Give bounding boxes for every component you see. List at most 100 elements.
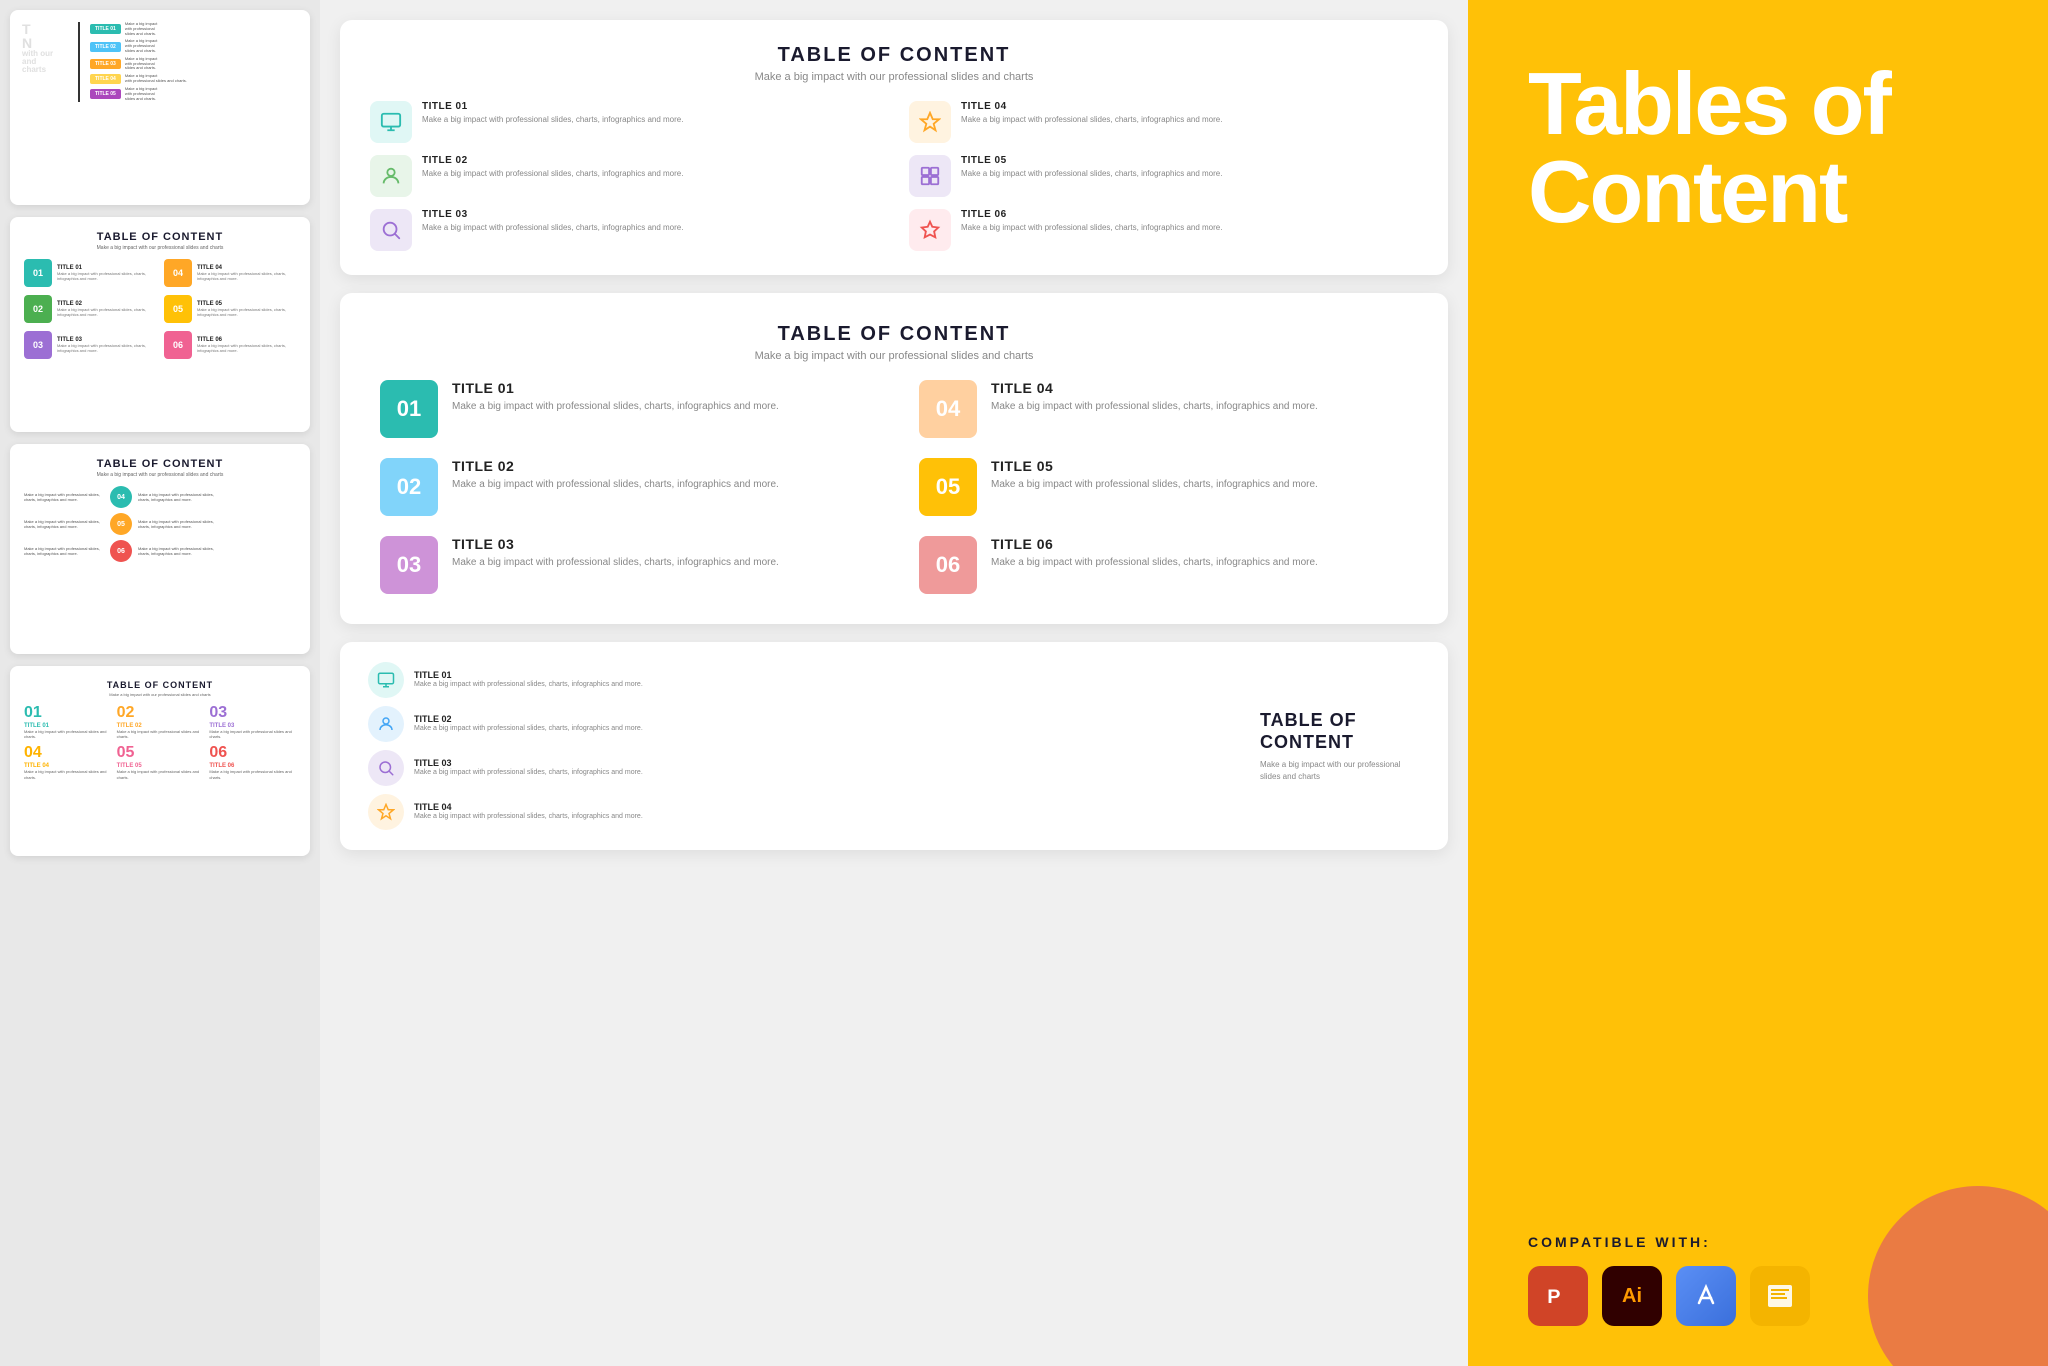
center-top-title: TABLE OF CONTENT bbox=[370, 44, 1418, 67]
timeline-desc-3: Make a big impactwith professionalslides… bbox=[125, 57, 157, 71]
slide3-row-2: Make a big impact with professional slid… bbox=[24, 513, 296, 535]
slide2-item-3: 03 TITLE 03 Make a big impact with profe… bbox=[24, 331, 156, 359]
slide3-subtitle: Make a big impact with our professional … bbox=[24, 472, 296, 478]
large-num-02: 02 bbox=[380, 458, 438, 516]
slide2-content-4: TITLE 04 Make a big impact with professi… bbox=[197, 265, 296, 281]
slide2-title: TABLE OF CONTENT bbox=[24, 231, 296, 243]
slide2-content-2: TITLE 02 Make a big impact with professi… bbox=[57, 301, 156, 317]
icon-text-6: TITLE 06 Make a big impact with professi… bbox=[961, 209, 1222, 233]
bottom-icon-3 bbox=[368, 750, 404, 786]
bottom-text-3: TITLE 03 Make a big impact with professi… bbox=[414, 758, 643, 777]
right-decoration bbox=[1868, 1186, 2048, 1366]
icon-text-3: TITLE 03 Make a big impact with professi… bbox=[422, 209, 683, 233]
icon-text-2: TITLE 02 Make a big impact with professi… bbox=[422, 155, 683, 179]
bottom-list: TITLE 01 Make a big impact with professi… bbox=[368, 662, 1240, 830]
badge-04: TITLE 04 bbox=[90, 74, 121, 84]
timeline-desc-4: Make a big impactwith professional slide… bbox=[125, 74, 187, 84]
slide2-grid: 01 TITLE 01 Make a big impact with profe… bbox=[24, 259, 296, 359]
icon-item-4: TITLE 04 Make a big impact with professi… bbox=[909, 101, 1418, 143]
slide2-subtitle: Make a big impact with our professional … bbox=[24, 245, 296, 251]
bottom-text-2: TITLE 02 Make a big impact with professi… bbox=[414, 714, 643, 733]
slide-2[interactable]: TABLE OF CONTENT Make a big impact with … bbox=[10, 217, 310, 432]
badge-circle-05: 05 bbox=[110, 513, 132, 535]
center-large-subtitle: Make a big impact with our professional … bbox=[380, 350, 1408, 362]
icon-box-1 bbox=[370, 101, 412, 143]
bottom-text-1: TITLE 01 Make a big impact with professi… bbox=[414, 670, 643, 689]
icon-item-6: TITLE 06 Make a big impact with professi… bbox=[909, 209, 1418, 251]
num-02: 02 bbox=[24, 295, 52, 323]
icon-text-5: TITLE 05 Make a big impact with professi… bbox=[961, 155, 1222, 179]
center-card-large[interactable]: TABLE OF CONTENT Make a big impact with … bbox=[340, 293, 1448, 624]
bottom-icon-2 bbox=[368, 706, 404, 742]
slide2-content-3: TITLE 03 Make a big impact with professi… bbox=[57, 337, 156, 353]
slide2-content-6: TITLE 06 Make a big impact with professi… bbox=[197, 337, 296, 353]
bottom-item-1: TITLE 01 Make a big impact with professi… bbox=[368, 662, 1240, 698]
icon-box-5 bbox=[909, 155, 951, 197]
badge-01: TITLE 01 bbox=[90, 24, 121, 34]
large-num-05: 05 bbox=[919, 458, 977, 516]
num-04: 04 bbox=[164, 259, 192, 287]
timeline-item-5: TITLE 05 Make a big impactwith professio… bbox=[90, 87, 187, 101]
bottom-icon-4 bbox=[368, 794, 404, 830]
icon-text-4: TITLE 04 Make a big impact with professi… bbox=[961, 101, 1222, 125]
center-large-title: TABLE OF CONTENT bbox=[380, 323, 1408, 346]
slide2-item-5: 05 TITLE 05 Make a big impact with profe… bbox=[164, 295, 296, 323]
large-num-01: 01 bbox=[380, 380, 438, 438]
badge-05: TITLE 05 bbox=[90, 89, 121, 99]
bottom-right-sub: Make a big impact with our professional … bbox=[1260, 759, 1420, 781]
large-item-text-2: TITLE 02 Make a big impact with professi… bbox=[452, 458, 779, 492]
large-item-4: 04 TITLE 04 Make a big impact with profe… bbox=[919, 380, 1408, 438]
bottom-text-4: TITLE 04 Make a big impact with professi… bbox=[414, 802, 643, 821]
slide-1[interactable]: T N with our and charts TITLE 01 Make a … bbox=[10, 10, 310, 205]
slide-3[interactable]: TABLE OF CONTENT Make a big impact with … bbox=[10, 444, 310, 654]
icon-grid: TITLE 01 Make a big impact with professi… bbox=[370, 101, 1418, 251]
center-card-bottom[interactable]: TITLE 01 Make a big impact with professi… bbox=[340, 642, 1448, 850]
badge-02: TITLE 02 bbox=[90, 42, 121, 52]
right-main-title: Tables of Content bbox=[1528, 60, 1998, 236]
bottom-icon-1 bbox=[368, 662, 404, 698]
slide2-item-1: 01 TITLE 01 Make a big impact with profe… bbox=[24, 259, 156, 287]
slide4-item-2: 02 TITLE 02 Make a big impact with profe… bbox=[117, 705, 204, 739]
large-item-text-5: TITLE 05 Make a big impact with professi… bbox=[991, 458, 1318, 492]
bottom-item-4: TITLE 04 Make a big impact with professi… bbox=[368, 794, 1240, 830]
large-item-text-6: TITLE 06 Make a big impact with professi… bbox=[991, 536, 1318, 570]
icon-text-1: TITLE 01 Make a big impact with professi… bbox=[422, 101, 683, 125]
slide4-item-6: 06 TITLE 06 Make a big impact with profe… bbox=[209, 745, 296, 779]
slide1-timeline: TITLE 01 Make a big impactwith professio… bbox=[70, 22, 187, 102]
timeline-desc-2: Make a big impactwith professionalslides… bbox=[125, 39, 157, 53]
slide4-subtitle: Make a big impact with our professional … bbox=[24, 692, 296, 697]
timeline-desc-1: Make a big impactwith professionalslides… bbox=[125, 22, 157, 36]
bottom-item-3: TITLE 03 Make a big impact with professi… bbox=[368, 750, 1240, 786]
google-slides-icon[interactable] bbox=[1750, 1266, 1810, 1326]
icon-box-3 bbox=[370, 209, 412, 251]
bottom-item-2: TITLE 02 Make a big impact with professi… bbox=[368, 706, 1240, 742]
num-03: 03 bbox=[24, 331, 52, 359]
icon-box-6 bbox=[909, 209, 951, 251]
icon-box-2 bbox=[370, 155, 412, 197]
badge-circle-06: 06 bbox=[110, 540, 132, 562]
slide3-row-3: Make a big impact with professional slid… bbox=[24, 540, 296, 562]
illustrator-icon[interactable]: Ai bbox=[1602, 1266, 1662, 1326]
slide1-bg-text: T bbox=[22, 22, 62, 36]
large-item-text-1: TITLE 01 Make a big impact with professi… bbox=[452, 380, 779, 414]
large-grid: 01 TITLE 01 Make a big impact with profe… bbox=[380, 380, 1408, 594]
slide2-item-4: 04 TITLE 04 Make a big impact with profe… bbox=[164, 259, 296, 287]
slide2-content-1: TITLE 01 Make a big impact with professi… bbox=[57, 265, 156, 281]
num-01: 01 bbox=[24, 259, 52, 287]
powerpoint-icon[interactable]: P bbox=[1528, 1266, 1588, 1326]
timeline-item-4: TITLE 04 Make a big impactwith professio… bbox=[90, 74, 187, 84]
badge-03: TITLE 03 bbox=[90, 59, 121, 69]
svg-text:P: P bbox=[1547, 1286, 1560, 1308]
badge-circle-04: 04 bbox=[110, 486, 132, 508]
timeline-desc-5: Make a big impactwith professionalslides… bbox=[125, 87, 157, 101]
num-05: 05 bbox=[164, 295, 192, 323]
slide2-item-2: 02 TITLE 02 Make a big impact with profe… bbox=[24, 295, 156, 323]
keynote-icon[interactable] bbox=[1676, 1266, 1736, 1326]
center-card-top[interactable]: TABLE OF CONTENT Make a big impact with … bbox=[340, 20, 1448, 275]
large-item-1: 01 TITLE 01 Make a big impact with profe… bbox=[380, 380, 869, 438]
slide-4[interactable]: TABLE OF CONTENT Make a big impact with … bbox=[10, 666, 310, 856]
large-item-text-4: TITLE 04 Make a big impact with professi… bbox=[991, 380, 1318, 414]
timeline-item-3: TITLE 03 Make a big impactwith professio… bbox=[90, 57, 187, 71]
main-center: TABLE OF CONTENT Make a big impact with … bbox=[320, 0, 1468, 1366]
slide1-bg-text4: and charts bbox=[22, 58, 62, 74]
